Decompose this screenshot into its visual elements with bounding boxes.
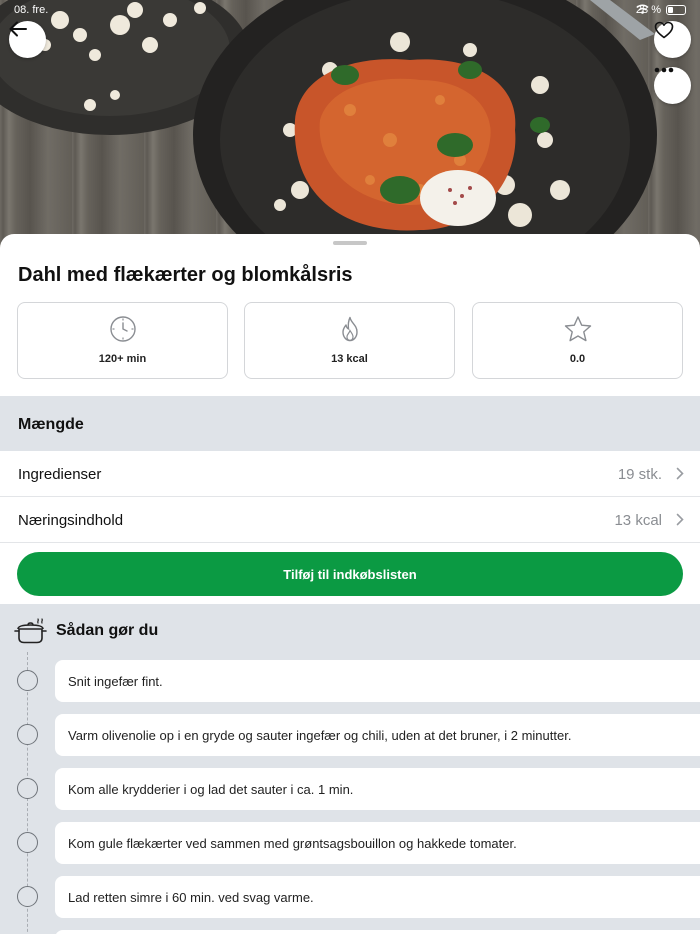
sheet-grabber[interactable] (333, 241, 367, 245)
chevron-right-icon (676, 467, 684, 480)
wifi-icon (636, 4, 649, 14)
step-text: Kom gule flækærter ved sammen med grønts… (55, 822, 700, 864)
step-card-partial (55, 930, 700, 934)
hero-image: 08. fre. 28 % (0, 0, 700, 250)
ingredients-label: Ingredienser (18, 466, 102, 483)
battery-icon (666, 5, 686, 15)
recipe-title: Dahl med flækærter og blomkålsris (18, 264, 353, 286)
nutrition-value: 13 kcal (614, 512, 662, 529)
ellipsis-icon (654, 67, 674, 73)
amount-section-header: Mængde (0, 396, 700, 451)
step-text: Varm olivenolie op i en gryde og sauter … (55, 714, 700, 756)
energy-stat-card: 13 kcal (244, 302, 455, 379)
arrow-left-icon (9, 21, 27, 37)
add-to-shopping-list-button[interactable]: Tilføj til indkøbslisten (17, 552, 683, 596)
amount-section-title: Mængde (18, 416, 84, 433)
step-text: Lad retten simre i 60 min. ved svag varm… (55, 876, 700, 918)
steps-section: Sådan gør du Snit ingefær fint. Varm oli… (0, 604, 700, 934)
step-item: Kom alle krydderier i og lad det sauter … (0, 768, 700, 810)
flame-icon (341, 316, 358, 342)
time-stat-card: 120+ min (17, 302, 228, 379)
step-item: Kom gule flækærter ved sammen med grønts… (0, 822, 700, 864)
step-item: Lad retten simre i 60 min. ved svag varm… (0, 876, 700, 918)
back-button[interactable] (9, 21, 46, 58)
time-value: 120+ min (98, 353, 147, 365)
rating-stat-card[interactable]: 0.0 (472, 302, 683, 379)
step-item-partial (0, 930, 700, 934)
nutrition-label: Næringsindhold (18, 512, 124, 529)
step-text: Snit ingefær fint. (55, 660, 700, 702)
more-options-button[interactable] (654, 67, 691, 104)
dish-photo (0, 0, 657, 250)
ingredients-count: 19 stk. (617, 466, 662, 483)
step-text: Kom alle krydderier i og lad det sauter … (55, 768, 700, 810)
favorite-button[interactable] (654, 21, 691, 58)
ingredients-row[interactable]: Ingredienser 19 stk. (0, 451, 700, 497)
heart-icon (654, 21, 674, 39)
steps-title: Sådan gør du (56, 622, 159, 639)
rating-value: 0.0 (569, 353, 586, 365)
recipe-sheet: Dahl med flækærter og blomkålsris 120+ m… (0, 234, 700, 934)
step-checkbox[interactable] (17, 778, 38, 799)
status-time: 08. (14, 4, 30, 16)
cooking-pot-icon (14, 618, 47, 644)
step-item: Varm olivenolie op i en gryde og sauter … (0, 714, 700, 756)
clock-icon (109, 316, 136, 342)
status-bar: 08. fre. 28 % (14, 4, 686, 18)
step-checkbox[interactable] (17, 832, 38, 853)
step-checkbox[interactable] (17, 670, 38, 691)
steps-header: Sådan gør du (14, 618, 158, 644)
energy-value: 13 kcal (331, 353, 368, 365)
nutrition-row[interactable]: Næringsindhold 13 kcal (0, 497, 700, 543)
status-day: fre. (32, 4, 49, 16)
star-icon (564, 316, 591, 342)
step-item: Snit ingefær fint. (0, 660, 700, 702)
chevron-right-icon (676, 513, 684, 526)
step-checkbox[interactable] (17, 886, 38, 907)
step-checkbox[interactable] (17, 724, 38, 745)
